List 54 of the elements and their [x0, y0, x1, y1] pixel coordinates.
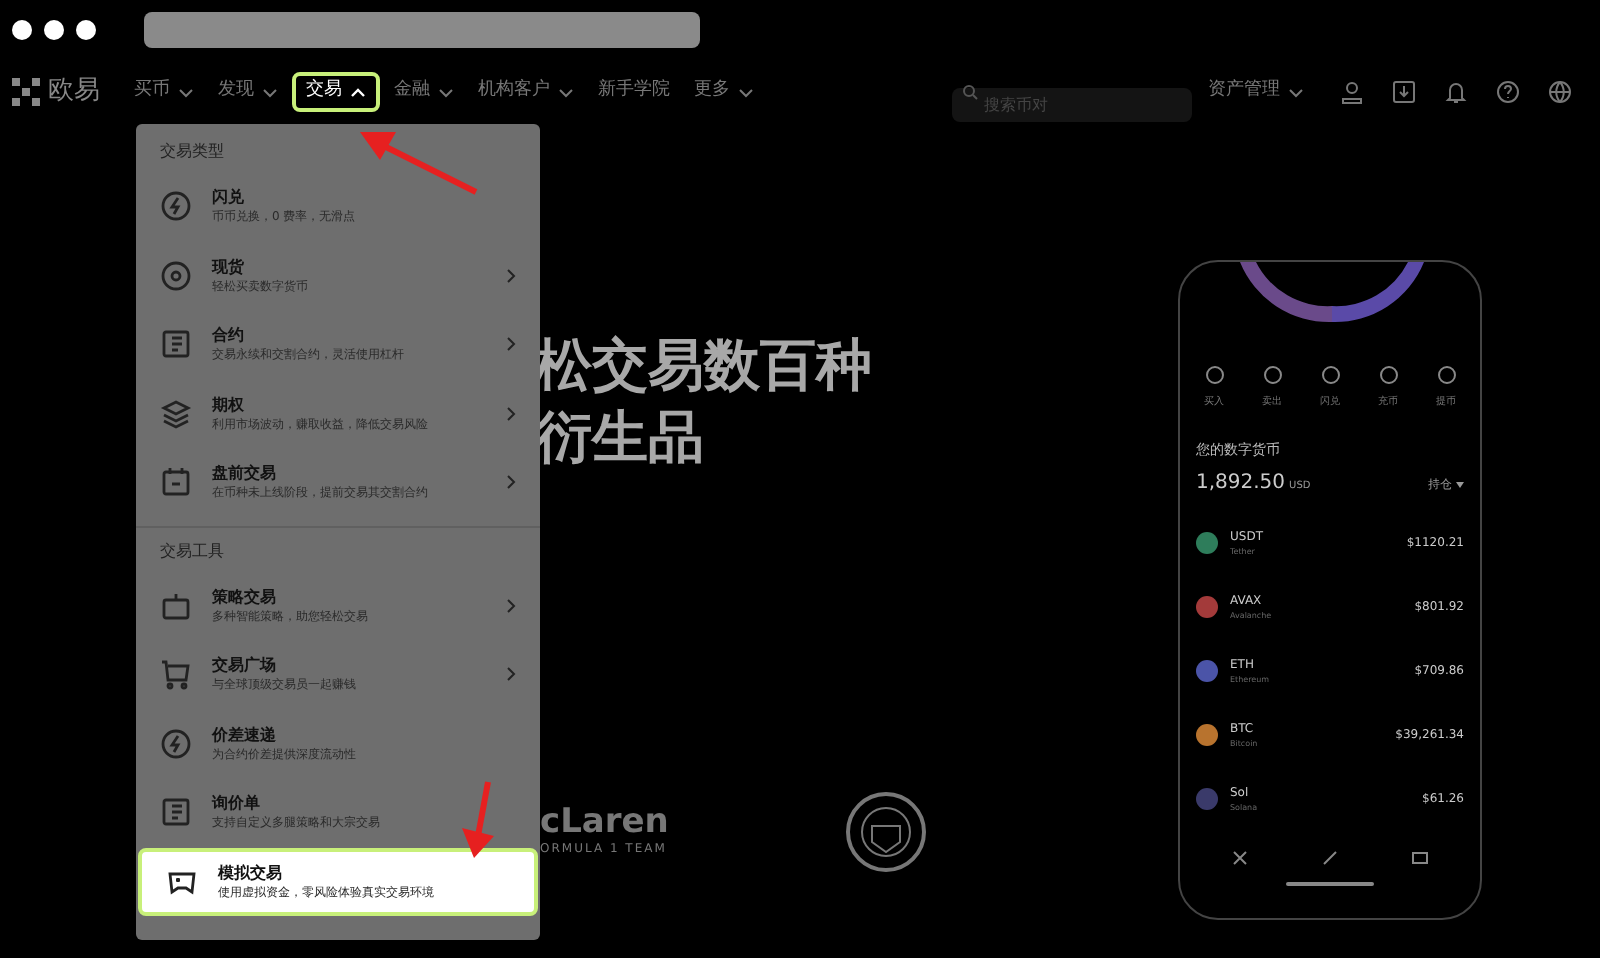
- nav-item[interactable]: 发现: [208, 72, 288, 112]
- caret-icon: [1456, 482, 1464, 488]
- bolt-icon: [160, 190, 192, 223]
- menu-section-title: 交易类型: [158, 140, 226, 164]
- calendar-icon: [160, 466, 192, 499]
- menu-item-title: 闪兑: [212, 186, 246, 209]
- nav-item[interactable]: 金融: [384, 72, 464, 112]
- layers-icon: [160, 397, 192, 430]
- user-icon[interactable]: [1340, 80, 1364, 104]
- nav-item[interactable]: 机构客户: [468, 72, 584, 112]
- help-icon[interactable]: [1496, 80, 1520, 104]
- globe-icon[interactable]: [1548, 80, 1572, 104]
- wallet-icon[interactable]: [1411, 850, 1428, 866]
- logo-text: 欧易: [48, 74, 100, 111]
- menu-item-title: 模拟交易: [218, 861, 284, 884]
- document-icon: [160, 796, 192, 829]
- target-icon: [160, 259, 192, 292]
- bolt-icon: [160, 727, 192, 760]
- cart-icon: [160, 658, 192, 691]
- menu-item-title: 询价单: [212, 792, 262, 815]
- menu-item-title: 合约: [212, 324, 246, 347]
- menu-section-title: 交易工具: [158, 539, 226, 563]
- menu-item-title: 策略交易: [212, 585, 278, 608]
- robot-icon: [160, 589, 192, 622]
- download-icon[interactable]: [1392, 80, 1416, 104]
- asset-menu[interactable]: 资产管理: [1208, 78, 1304, 106]
- action-icon[interactable]: [1263, 366, 1281, 384]
- menu-item-title: 现货: [212, 255, 246, 278]
- annotation-arrow: [456, 780, 496, 860]
- nav-item[interactable]: 更多: [684, 72, 764, 112]
- hero-heading: 衍生品: [536, 402, 706, 474]
- search-icon: [962, 84, 978, 100]
- nav-icon[interactable]: [1232, 850, 1249, 866]
- balance-amount: 1,892.50: [1196, 470, 1286, 498]
- annotation-arrow: [356, 128, 480, 196]
- partner-logo-text: cLaren: [540, 804, 669, 840]
- crest-icon: [844, 790, 928, 874]
- bell-icon[interactable]: [1444, 80, 1468, 104]
- home-indicator: [1286, 882, 1374, 886]
- nav-item[interactable]: 交易: [292, 72, 380, 112]
- nav-item[interactable]: 新手学院: [588, 72, 680, 112]
- action-icon[interactable]: [1205, 366, 1223, 384]
- action-icon[interactable]: [1321, 366, 1339, 384]
- menu-item-title: 价差速递: [212, 723, 278, 746]
- logo-icon: [12, 78, 40, 106]
- menu-item-title: 交易广场: [212, 654, 278, 677]
- menu-item-title: 期权: [212, 393, 246, 416]
- nav-item[interactable]: 买币: [124, 72, 204, 112]
- chevron-down-icon: [1288, 87, 1304, 97]
- action-icon[interactable]: [1379, 366, 1397, 384]
- document-icon: [160, 328, 192, 361]
- menu-item-title: 盘前交易: [212, 462, 278, 485]
- hero-heading: 松交易数百种: [536, 330, 872, 402]
- action-icon[interactable]: [1437, 366, 1455, 384]
